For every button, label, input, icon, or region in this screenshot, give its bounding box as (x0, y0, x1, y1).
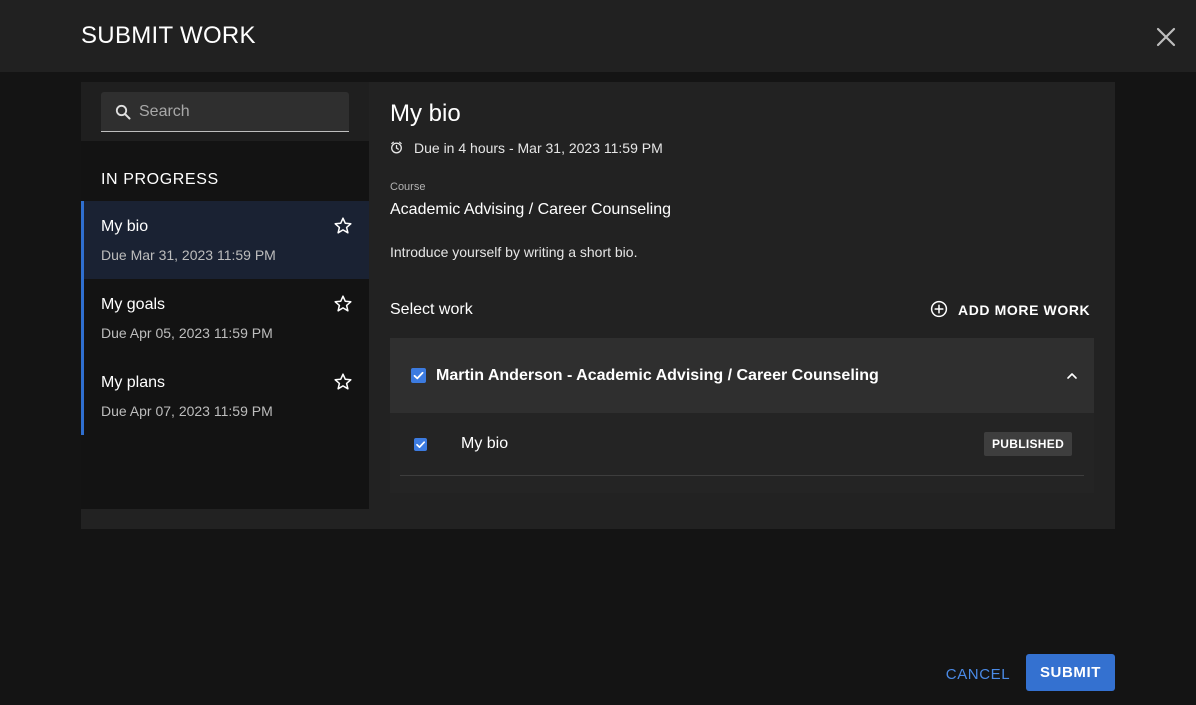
dialog-header: SUBMIT WORK (0, 0, 1196, 72)
add-more-work-button[interactable]: ADD MORE WORK (930, 298, 1090, 322)
course-value: Academic Advising / Career Counseling (390, 201, 672, 218)
add-circle-icon (930, 300, 948, 318)
task-due-date: Due Mar 31, 2023 11:59 PM (101, 247, 276, 263)
task-due-date: Due Apr 07, 2023 11:59 PM (101, 403, 273, 419)
dialog-content: IN PROGRESS My bio Due Mar 31, 2023 11:5… (81, 82, 1115, 529)
clock-icon (390, 141, 403, 154)
due-text: Due in 4 hours - Mar 31, 2023 11:59 PM (414, 140, 663, 156)
star-icon[interactable] (333, 372, 353, 392)
work-item-name: My bio (461, 435, 509, 452)
close-icon (1156, 27, 1176, 47)
task-name: My plans (101, 374, 166, 391)
section-label-in-progress: IN PROGRESS (101, 171, 219, 188)
search-icon (115, 104, 131, 120)
sidebar-item-my-bio[interactable]: My bio Due Mar 31, 2023 11:59 PM (81, 201, 369, 279)
work-item-row[interactable]: My bio PUBLISHED (400, 413, 1084, 476)
task-due-date: Due Apr 05, 2023 11:59 PM (101, 325, 273, 341)
course-label: Course (390, 181, 426, 193)
select-work-label: Select work (390, 301, 473, 318)
assignment-sidebar: IN PROGRESS My bio Due Mar 31, 2023 11:5… (81, 82, 369, 509)
task-name: My goals (101, 296, 166, 313)
cancel-button[interactable]: CANCEL (938, 656, 1018, 692)
group-checkbox[interactable] (411, 368, 426, 383)
chevron-up-icon[interactable] (1064, 368, 1080, 384)
star-icon[interactable] (333, 216, 353, 236)
close-button[interactable] (1153, 24, 1179, 50)
assignment-detail: My bio Due in 4 hours - Mar 31, 2023 11:… (371, 82, 1115, 529)
search-box[interactable] (101, 92, 349, 132)
add-more-work-label: ADD MORE WORK (958, 302, 1091, 318)
star-icon[interactable] (333, 294, 353, 314)
dialog-title: SUBMIT WORK (81, 22, 256, 49)
search-input[interactable] (139, 98, 339, 126)
work-group-header[interactable]: Martin Anderson - Academic Advising / Ca… (390, 338, 1094, 413)
status-badge: PUBLISHED (984, 432, 1073, 456)
task-name: My bio (101, 218, 149, 235)
assignment-title: My bio (390, 100, 461, 127)
sidebar-item-my-plans[interactable]: My plans Due Apr 07, 2023 11:59 PM (81, 357, 369, 435)
work-group-body: My bio PUBLISHED (390, 413, 1094, 493)
work-group-label: Martin Anderson - Academic Advising / Ca… (436, 367, 879, 384)
submit-button[interactable]: SUBMIT (1026, 654, 1115, 691)
assignment-instructions: Introduce yourself by writing a short bi… (390, 244, 638, 260)
sidebar-item-my-goals[interactable]: My goals Due Apr 05, 2023 11:59 PM (81, 279, 369, 357)
work-item-checkbox[interactable] (414, 438, 427, 451)
search-bar (81, 82, 369, 141)
